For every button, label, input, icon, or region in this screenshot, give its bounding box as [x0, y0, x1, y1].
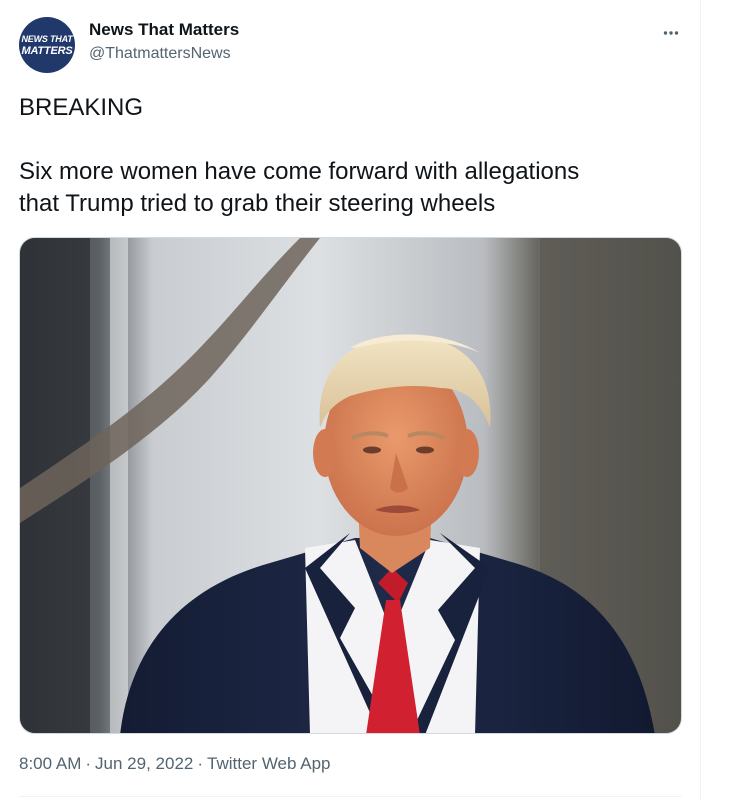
meta-separator: · — [197, 754, 204, 773]
tweet-photo[interactable] — [19, 237, 682, 734]
tweet-text: BREAKING Six more women have come forwar… — [19, 92, 679, 220]
tweet-source: Twitter Web App — [207, 754, 331, 773]
avatar-logo-line2: MATTERS — [21, 44, 73, 57]
tweet-heading: BREAKING — [19, 94, 144, 121]
tweet-timestamp-date[interactable]: Jun 29, 2022 — [95, 754, 193, 773]
user-handle[interactable]: @ThatmattersNews — [89, 45, 231, 63]
divider — [19, 796, 682, 797]
meta-separator: · — [85, 754, 92, 773]
tweet[interactable]: NEWS THAT MATTERS News That Matters @Tha… — [0, 0, 700, 800]
tweet-metadata: 8:00 AM · Jun 29, 2022 · Twitter Web App — [19, 754, 331, 774]
avatar-logo-line1: NEWS THAT — [21, 33, 73, 44]
more-horizontal-icon — [663, 23, 679, 41]
tweet-timestamp-time[interactable]: 8:00 AM — [19, 754, 81, 773]
column-divider — [700, 0, 701, 800]
display-name[interactable]: News That Matters — [89, 20, 239, 40]
avatar[interactable]: NEWS THAT MATTERS — [19, 17, 75, 73]
more-options-button[interactable] — [656, 18, 686, 46]
tweet-body: Six more women have come forward with al… — [19, 158, 580, 217]
photo-illustration — [20, 238, 681, 733]
